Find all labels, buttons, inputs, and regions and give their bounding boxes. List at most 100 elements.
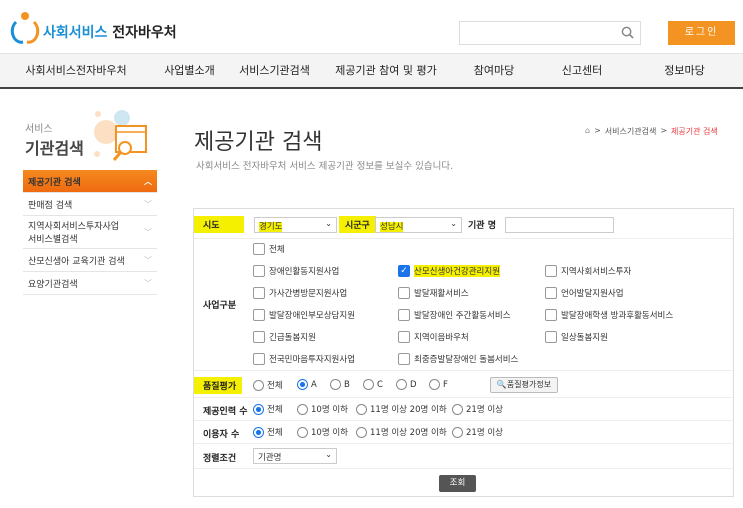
checkbox-checked-icon[interactable]: ✓ bbox=[398, 265, 410, 277]
search-submit-button[interactable]: 조회 bbox=[439, 475, 476, 492]
business-checkbox[interactable]: 전체 bbox=[253, 243, 285, 255]
checkbox-icon[interactable] bbox=[253, 265, 265, 277]
business-row: 사업구분 전체 장애인활동지원사업 ✓ 산모신생아건강관리지원 지역사회서비스투자 가사간… bbox=[194, 239, 733, 371]
radio-icon[interactable] bbox=[253, 426, 264, 438]
radio-icon[interactable] bbox=[356, 426, 367, 438]
radio-icon[interactable] bbox=[429, 379, 440, 390]
business-checkbox[interactable]: 발달재활서비스 bbox=[398, 287, 469, 299]
sidebar-item-label: 지역사회서비스투자사업 서비스별검색 bbox=[28, 222, 120, 245]
breadcrumb-item[interactable]: 서비스기관검색 bbox=[605, 126, 657, 137]
checkbox-icon[interactable] bbox=[398, 309, 410, 321]
radio-icon[interactable] bbox=[452, 403, 463, 415]
checkbox-icon[interactable] bbox=[253, 331, 265, 343]
staff-radio[interactable]: 21명 이상 bbox=[452, 403, 503, 415]
radio-label: 10명 이하 bbox=[311, 428, 348, 438]
radio-icon[interactable] bbox=[297, 426, 308, 438]
logo-text[interactable]: 사회서비스 전자바우처 bbox=[43, 22, 177, 42]
chevron-down-icon: ⌄ bbox=[450, 219, 457, 228]
radio-icon[interactable] bbox=[356, 403, 367, 415]
checkbox-icon[interactable] bbox=[545, 331, 557, 343]
business-option-label: 발달장애학생 방과후활동서비스 bbox=[561, 311, 674, 321]
staff-label: 제공인력 수 bbox=[203, 407, 248, 417]
radio-icon[interactable] bbox=[297, 379, 308, 390]
sido-label: 시도 bbox=[194, 216, 244, 233]
checkbox-icon[interactable] bbox=[545, 265, 557, 277]
business-checkbox[interactable]: 가사간병방문지원사업 bbox=[253, 287, 347, 299]
business-checkbox[interactable]: 지역이음바우처 bbox=[398, 331, 469, 343]
business-checkbox[interactable]: 언어발달지원사업 bbox=[545, 287, 624, 299]
quality-radio[interactable]: C bbox=[363, 379, 383, 390]
home-icon[interactable]: ⌂ bbox=[585, 126, 590, 137]
radio-icon[interactable] bbox=[330, 379, 341, 390]
search-icon[interactable] bbox=[621, 26, 634, 39]
sidebar-title-big: 기관검색 bbox=[25, 139, 84, 158]
staff-radio[interactable]: 11명 이상 20명 이하 bbox=[356, 403, 447, 415]
users-radio[interactable]: 21명 이상 bbox=[452, 426, 503, 438]
users-radio[interactable]: 11명 이상 20명 이하 bbox=[356, 426, 447, 438]
nav-item[interactable]: 사업별소개 bbox=[152, 54, 227, 87]
checkbox-icon[interactable] bbox=[398, 353, 410, 365]
radio-label: A bbox=[311, 379, 317, 390]
logo-main: 사회서비스 bbox=[43, 25, 108, 41]
business-checkbox[interactable]: 전국민마음투자지원사업 bbox=[253, 353, 355, 365]
staff-radio[interactable]: 전체 bbox=[253, 403, 283, 415]
users-radio[interactable]: 10명 이하 bbox=[297, 426, 348, 438]
users-radio[interactable]: 전체 bbox=[253, 426, 283, 438]
quality-radio[interactable]: A bbox=[297, 379, 317, 390]
radio-label: F bbox=[443, 379, 448, 390]
radio-icon[interactable] bbox=[452, 426, 463, 438]
users-row: 이용자 수 전체 10명 이하 11명 이상 20명 이하 21명 이상 bbox=[194, 421, 733, 444]
sidebar-item-store-search[interactable]: 판매점 검색 ﹀ bbox=[23, 193, 157, 216]
quality-radio[interactable]: B bbox=[330, 379, 350, 390]
nav-item[interactable]: 정보마당 bbox=[626, 54, 743, 87]
checkbox-icon[interactable] bbox=[253, 353, 265, 365]
quality-radio[interactable]: F bbox=[429, 379, 448, 390]
checkbox-icon[interactable] bbox=[253, 243, 265, 255]
sidebar-item-maternity-edu[interactable]: 산모신생아 교육기관 검색 ﹀ bbox=[23, 249, 157, 272]
sidebar-item-label: 산모신생아 교육기관 검색 bbox=[28, 256, 125, 267]
radio-label: 10명 이하 bbox=[311, 405, 348, 415]
radio-icon[interactable] bbox=[253, 403, 264, 415]
business-checkbox[interactable]: 최중증발달장애인 돌봄서비스 bbox=[398, 353, 518, 365]
quality-info-button[interactable]: 🔍품질평가정보 bbox=[490, 377, 558, 393]
sigungu-select[interactable]: 성남시 ⌄ bbox=[375, 217, 462, 233]
nav-item[interactable]: 서비스기관검색 bbox=[227, 54, 322, 87]
quality-radio[interactable]: 전체 bbox=[253, 379, 283, 391]
nav-item[interactable]: 참여마당 bbox=[450, 54, 538, 87]
business-option-label: 긴급돌봄지원 bbox=[269, 333, 316, 343]
breadcrumb: ⌂ > 서비스기관검색 > 제공기관 검색 bbox=[585, 126, 718, 137]
sido-select[interactable]: 경기도 ⌄ bbox=[254, 217, 337, 233]
radio-icon[interactable] bbox=[297, 403, 308, 415]
checkbox-icon[interactable] bbox=[545, 287, 557, 299]
region-row: 시도 경기도 ⌄ 시군구 성남시 ⌄ 기관 명 bbox=[194, 209, 733, 239]
quality-radio[interactable]: D bbox=[396, 379, 417, 390]
radio-icon[interactable] bbox=[363, 379, 374, 390]
nav-item[interactable]: 신고센터 bbox=[538, 54, 626, 87]
business-checkbox[interactable]: 발달장애인부모상담지원 bbox=[253, 309, 355, 321]
business-checkbox[interactable]: ✓ 산모신생아건강관리지원 bbox=[398, 265, 501, 277]
business-checkbox[interactable]: 장애인활동지원사업 bbox=[253, 265, 339, 277]
checkbox-icon[interactable] bbox=[253, 309, 265, 321]
checkbox-icon[interactable] bbox=[398, 287, 410, 299]
business-checkbox[interactable]: 발달장애인 주간활동서비스 bbox=[398, 309, 511, 321]
search-input[interactable] bbox=[459, 21, 641, 45]
sort-select[interactable]: 기관명 ⌄ bbox=[253, 448, 337, 464]
checkbox-icon[interactable] bbox=[398, 331, 410, 343]
login-button[interactable]: 로그인 bbox=[668, 21, 735, 45]
breadcrumb-current: 제공기관 검색 bbox=[671, 127, 718, 136]
checkbox-icon[interactable] bbox=[253, 287, 265, 299]
business-checkbox[interactable]: 지역사회서비스투자 bbox=[545, 265, 631, 277]
name-input[interactable] bbox=[505, 217, 614, 233]
checkbox-icon[interactable] bbox=[545, 309, 557, 321]
sidebar-item-care-facility[interactable]: 요양기관검색 ﹀ bbox=[23, 272, 157, 295]
nav-item[interactable]: 사회서비스전자바우처 bbox=[0, 54, 152, 87]
staff-radio[interactable]: 10명 이하 bbox=[297, 403, 348, 415]
sidebar-item-provider-search[interactable]: 제공기관 검색 ︿ bbox=[23, 170, 157, 193]
radio-icon[interactable] bbox=[253, 379, 264, 391]
sidebar-item-community-service[interactable]: 지역사회서비스투자사업 서비스별검색 ﹀ bbox=[23, 216, 157, 249]
nav-item[interactable]: 제공기관 참여 및 평가 bbox=[322, 54, 450, 87]
business-checkbox[interactable]: 발달장애학생 방과후활동서비스 bbox=[545, 309, 673, 321]
radio-icon[interactable] bbox=[396, 379, 407, 390]
business-checkbox[interactable]: 긴급돌봄지원 bbox=[253, 331, 316, 343]
business-checkbox[interactable]: 일상돌봄지원 bbox=[545, 331, 608, 343]
